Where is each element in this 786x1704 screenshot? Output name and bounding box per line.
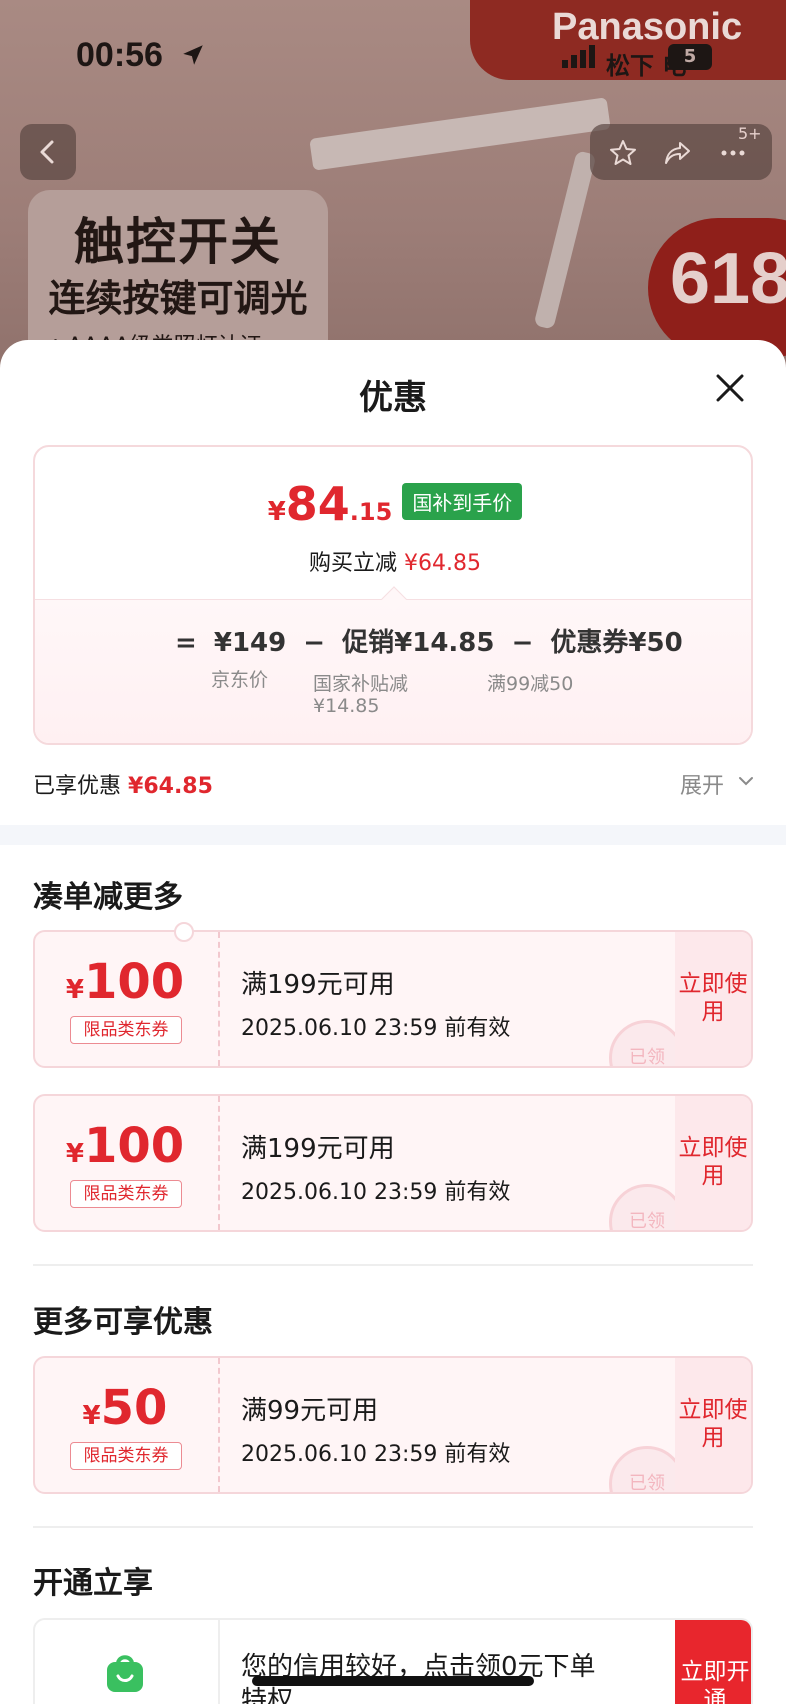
claimed-stamp: 已领 bbox=[609, 1446, 685, 1492]
claimed-stamp: 已领 bbox=[609, 1020, 685, 1066]
coupon-amount: ¥50 bbox=[82, 1380, 168, 1436]
discount-sheet: 优惠 ¥84.15 国补到手价 购买立减 ¥64.85 = ¥149 − 促销¥1… bbox=[0, 340, 786, 1704]
coupon-amount: 优惠券¥50 bbox=[550, 628, 683, 658]
promo-label: 国家补贴减 bbox=[313, 673, 409, 695]
jd-price: ¥149 bbox=[213, 628, 287, 658]
coupon-validity: 2025.06.10 23:59 前有效 bbox=[241, 1442, 511, 1467]
coupon-category: 限品类东券 bbox=[70, 1442, 182, 1470]
section-more-deals: 更多可享优惠 bbox=[33, 1305, 213, 1340]
promo-amount: 促销¥14.85 bbox=[342, 628, 495, 658]
chevron-down-icon[interactable] bbox=[737, 772, 755, 790]
notification-badge: 5+ bbox=[738, 124, 762, 143]
home-indicator bbox=[252, 1676, 534, 1686]
coupon-card[interactable]: ¥100 限品类东券 满199元可用 2025.06.10 23:59 前有效 … bbox=[33, 1094, 753, 1232]
promo-headline: 触控开关 bbox=[74, 213, 282, 271]
section-more-orders: 凑单减更多 bbox=[33, 880, 183, 915]
use-now-button[interactable]: 立即使用 bbox=[675, 1134, 751, 1190]
purchase-reduce: 购买立减 ¥64.85 bbox=[309, 551, 481, 576]
expand-toggle[interactable]: 展开 bbox=[680, 768, 724, 800]
coupon-condition: 满99元可用 bbox=[241, 1396, 379, 1426]
chevron-left-icon bbox=[40, 140, 54, 164]
coupon-card[interactable]: ¥100 限品类东券 满199元可用 2025.06.10 23:59 前有效 … bbox=[33, 930, 753, 1068]
brand-logo: Panasonic bbox=[552, 6, 743, 48]
promo-label-amount: ¥14.85 bbox=[313, 695, 380, 717]
coupon-label: 满99减50 bbox=[487, 673, 574, 695]
star-icon[interactable] bbox=[608, 138, 638, 168]
sheet-title: 优惠 bbox=[359, 378, 427, 418]
shopping-bag-icon bbox=[107, 1655, 143, 1692]
status-time: 00:56 bbox=[76, 36, 163, 74]
use-now-button[interactable]: 立即使用 bbox=[675, 970, 751, 1026]
coupon-amount: ¥100 bbox=[65, 954, 185, 1010]
battery-icon: 5 bbox=[668, 44, 712, 70]
location-arrow-icon bbox=[183, 45, 203, 65]
promo-subline: 连续按键可调光 bbox=[48, 277, 308, 320]
jd-price-label: 京东价 bbox=[211, 669, 269, 691]
event-badge: 618 bbox=[648, 218, 786, 358]
use-now-button[interactable]: 立即使用 bbox=[675, 1396, 751, 1452]
coupon-amount: ¥100 bbox=[65, 1118, 185, 1174]
final-price: ¥84.15 国补到手价 bbox=[35, 477, 751, 533]
back-button[interactable] bbox=[20, 124, 76, 180]
coupon-category: 限品类东券 bbox=[70, 1016, 182, 1044]
section-open-enjoy: 开通立享 bbox=[33, 1566, 153, 1601]
coupon-condition: 满199元可用 bbox=[241, 970, 395, 1000]
share-icon[interactable] bbox=[662, 138, 692, 168]
signal-icon bbox=[562, 45, 595, 68]
price-summary-card: ¥84.15 国补到手价 购买立减 ¥64.85 = ¥149 − 促销¥14.8… bbox=[33, 445, 753, 745]
coupon-validity: 2025.06.10 23:59 前有效 bbox=[241, 1180, 511, 1205]
membership-card[interactable]: 您的信用较好，点击领0元下单特权 立即开通 bbox=[33, 1618, 753, 1704]
gov-subsidy-tag: 国补到手价 bbox=[402, 483, 523, 520]
claimed-stamp: 已领 bbox=[609, 1184, 685, 1230]
coupon-condition: 满199元可用 bbox=[241, 1134, 395, 1164]
open-now-button[interactable]: 立即开通 bbox=[675, 1658, 751, 1704]
coupon-card[interactable]: ¥50 限品类东券 满99元可用 2025.06.10 23:59 前有效 已领… bbox=[33, 1356, 753, 1494]
product-background: Panasonic 触控开关 连续按键可调光 ✓ AAAA级类照灯认证 618 … bbox=[0, 0, 786, 380]
coupon-category: 限品类东券 bbox=[70, 1180, 182, 1208]
close-icon[interactable] bbox=[712, 370, 748, 406]
price-equation: = ¥149 − 促销¥14.85 − 优惠券¥50 bbox=[175, 628, 683, 658]
enjoyed-discount: 已享优惠 ¥64.85 bbox=[33, 774, 213, 799]
coupon-validity: 2025.06.10 23:59 前有效 bbox=[241, 1016, 511, 1041]
